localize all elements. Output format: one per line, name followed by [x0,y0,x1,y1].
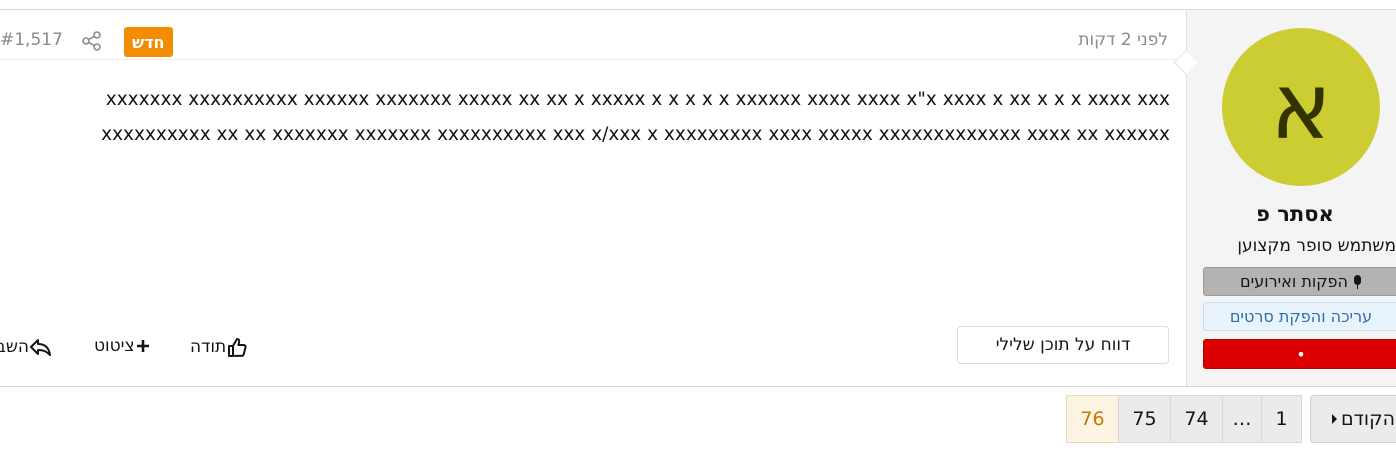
reply-label: השב [0,337,29,357]
banner-events: הפקות ואירועים [1203,267,1396,296]
username[interactable]: אסתר פ [1190,202,1396,226]
thumbs-up-icon [226,336,248,358]
post-time[interactable]: לפני 2 דקות [1078,30,1168,50]
new-badge: חדש [124,27,173,57]
page-76[interactable]: 76 [1066,395,1119,443]
page-1[interactable]: 1 [1261,395,1302,443]
prev-page-button[interactable]: הקודם [1310,395,1396,443]
share-icon[interactable] [80,29,104,53]
like-label: תודה [190,337,227,357]
avatar[interactable]: א [1222,28,1380,186]
banner-events-label: הפקות ואירועים [1240,272,1348,291]
like-button[interactable]: תודה [190,336,248,358]
reply-button[interactable]: השב [0,336,53,358]
plus-icon [135,338,151,354]
quote-button[interactable]: ציטוט [94,336,151,356]
post-number[interactable]: #1,517 [0,30,63,50]
report-button[interactable]: דווח על תוכן שלילי [957,326,1169,364]
reply-icon [29,336,53,358]
page-74[interactable]: 74 [1170,395,1223,443]
pagination: 76 75 74 … 1 [1066,395,1302,445]
post-body: xxxxxxx xxxxxxxxxx xxxxxx xxxxxxx xxxxx … [101,89,1170,145]
page-ellipsis[interactable]: … [1222,395,1262,443]
post-header-divider [0,59,1186,60]
caret-right-icon [1331,414,1337,424]
quote-label: ציטוט [94,336,135,356]
user-title: משתמש סופר מקצוען [1237,236,1396,256]
banner-film-editing: עריכה והפקת סרטים [1203,302,1396,331]
banner-red: • [1203,339,1396,369]
prev-label: הקודם [1340,408,1395,430]
mic-icon [1353,274,1362,289]
forum-post: #1,517 חדש לפני 2 דקות xxxxxxx xxxxxxxxx… [0,9,1396,387]
page-75[interactable]: 75 [1118,395,1171,443]
